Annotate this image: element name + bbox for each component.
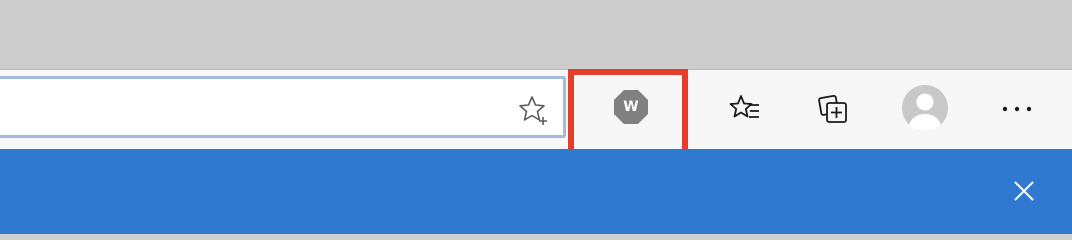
- info-bar: [0, 149, 1072, 234]
- profile-avatar[interactable]: [902, 85, 948, 131]
- address-input[interactable]: [0, 79, 500, 135]
- favorites-icon[interactable]: [728, 91, 764, 127]
- tab-strip: [0, 0, 1072, 69]
- collections-icon[interactable]: [816, 91, 852, 127]
- extension-button[interactable]: W: [612, 88, 650, 126]
- address-bar[interactable]: [0, 76, 566, 138]
- add-favorite-star-icon[interactable]: [517, 93, 551, 127]
- extension-letter: W: [623, 99, 639, 115]
- close-icon[interactable]: [1010, 177, 1038, 205]
- more-options-icon[interactable]: [999, 91, 1035, 127]
- profile-avatar-icon: [909, 93, 941, 131]
